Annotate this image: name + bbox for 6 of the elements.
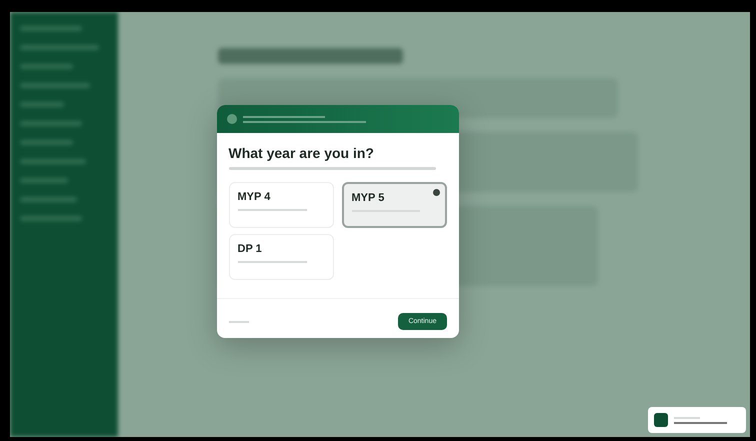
year-option[interactable]: MYP 5: [342, 182, 446, 228]
app-icon: [654, 413, 668, 427]
dialog-title: What year are you in?: [228, 145, 375, 161]
year-option[interactable]: DP 1: [228, 234, 334, 280]
year-option[interactable]: MYP 4: [228, 182, 334, 228]
logo-icon: [226, 114, 236, 124]
